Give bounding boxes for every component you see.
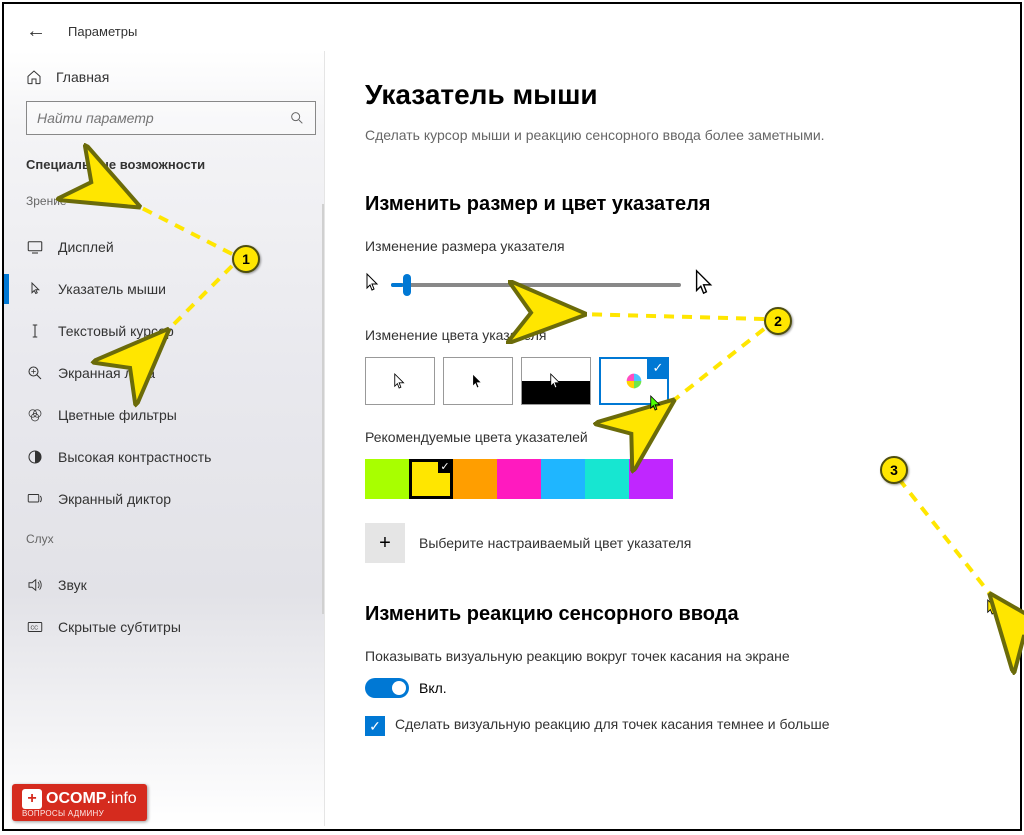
section-size-color: Изменить размер и цвет указателя [365,193,976,216]
page-title: Указатель мыши [365,79,976,111]
size-label: Изменение размера указателя [365,238,976,254]
magnifier-icon [26,364,44,382]
swatch-magenta[interactable] [497,459,541,499]
nav-closed-captions[interactable]: CC Скрытые субтитры [26,606,324,648]
color-option-white[interactable] [365,357,435,405]
custom-color-label: Выберите настраиваемый цвет указателя [419,535,691,551]
narrator-icon [26,490,44,508]
contrast-icon [26,448,44,466]
touch-feedback-toggle[interactable] [365,678,409,698]
search-input[interactable] [37,110,289,126]
nav-color-filters[interactable]: Цветные фильтры [26,394,324,436]
result-cursor-icon [986,598,1000,619]
page-description: Сделать курсор мыши и реакцию сенсорного… [365,125,835,145]
nav-sound[interactable]: Звук [26,564,324,606]
nav-mouse-pointer[interactable]: Указатель мыши [26,268,324,310]
cursor-large-icon [691,268,719,301]
color-label: Изменение цвета указателя [365,327,976,343]
pointer-size-slider[interactable] [391,283,681,287]
color-filter-icon [26,406,44,424]
window-title: Параметры [68,24,137,39]
nav-text-cursor[interactable]: Текстовый курсор [26,310,324,352]
darker-feedback-checkbox[interactable]: ✓ [365,716,385,736]
swatch-blue[interactable] [541,459,585,499]
text-cursor-icon [26,322,44,340]
cc-icon: CC [26,618,44,636]
color-option-inverted[interactable] [521,357,591,405]
back-arrow-icon[interactable]: ← [26,20,46,43]
check-icon: ✓ [647,357,669,379]
pointer-icon [26,280,44,298]
swatch-purple[interactable] [629,459,673,499]
darker-feedback-label: Сделать визуальную реакцию для точек кас… [395,716,830,736]
color-option-custom[interactable]: ✓ [599,357,669,405]
add-custom-color-button[interactable]: + [365,523,405,563]
color-wheel-icon [623,370,645,392]
watermark: +OCOMP.info ВОПРОСЫ АДМИНУ [12,784,147,821]
main-panel: Указатель мыши Сделать курсор мыши и реа… [324,51,1020,826]
sidebar: Главная Специальные возможности Зрение Д… [4,51,324,826]
svg-text:CC: CC [31,625,39,631]
swatch-orange[interactable] [453,459,497,499]
color-swatches [365,459,976,499]
home-link[interactable]: Главная [26,61,324,101]
group-vision: Зрение [26,194,324,208]
slider-thumb[interactable] [403,274,411,296]
swatch-cyan[interactable] [585,459,629,499]
nav-display[interactable]: Дисплей [26,226,324,268]
cursor-small-icon [365,272,381,297]
toggle-state-label: Вкл. [419,680,447,696]
nav-narrator[interactable]: Экранный диктор [26,478,324,520]
nav-high-contrast[interactable]: Высокая контрастность [26,436,324,478]
sound-icon [26,576,44,594]
group-accessibility: Специальные возможности [26,157,324,172]
home-label: Главная [56,69,109,85]
touch-desc: Показывать визуальную реакцию вокруг точ… [365,648,825,664]
search-box[interactable] [26,101,316,135]
color-option-black[interactable] [443,357,513,405]
group-hearing: Слух [26,532,324,546]
swatch-yellow[interactable] [409,459,453,499]
swatch-lime[interactable] [365,459,409,499]
search-icon [289,110,305,126]
recommended-label: Рекомендуемые цвета указателей [365,429,976,445]
home-icon [26,69,42,85]
display-icon [26,238,44,256]
section-touch: Изменить реакцию сенсорного ввода [365,603,976,626]
nav-magnifier[interactable]: Экранная лупа [26,352,324,394]
